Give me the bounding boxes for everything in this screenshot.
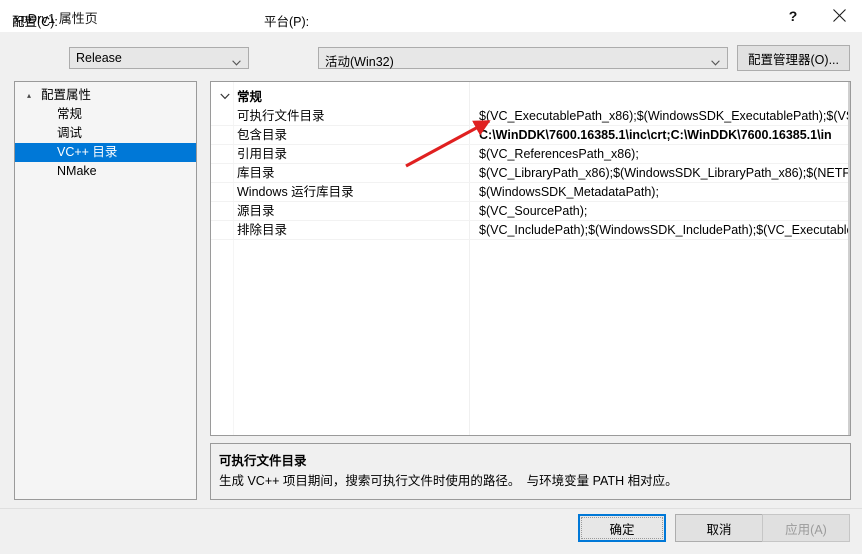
configuration-tree-panel[interactable]: ▴ 配置属性常规调试 VC++ 目录 NMake bbox=[14, 81, 197, 500]
help-button[interactable]: ? bbox=[770, 0, 816, 31]
tree-item-label: VC++ 目录 bbox=[57, 145, 118, 159]
configuration-dropdown-value: Release bbox=[76, 51, 122, 65]
property-name: Windows 运行库目录 bbox=[237, 185, 354, 199]
property-row[interactable]: 引用目录 $(VC_ReferencesPath_x86); bbox=[211, 145, 850, 164]
property-name: 源目录 bbox=[237, 204, 275, 218]
close-button[interactable] bbox=[816, 0, 862, 31]
cancel-button[interactable]: 取消 bbox=[675, 514, 763, 542]
property-value[interactable]: $(VC_IncludePath);$(WindowsSDK_IncludePa… bbox=[479, 221, 848, 240]
property-value[interactable]: $(WindowsSDK_MetadataPath); bbox=[479, 183, 848, 202]
property-value[interactable]: $(VC_ExecutablePath_x86);$(WindowsSDK_Ex… bbox=[479, 107, 848, 126]
property-grid-panel[interactable]: 常规 可执行文件目录 $(VC_ExecutablePath_x86);$(Win… bbox=[210, 81, 851, 436]
tree-item-1[interactable]: 常规 bbox=[15, 105, 196, 124]
tree-item-3[interactable]: VC++ 目录 bbox=[15, 143, 196, 162]
tree-item-label: 常规 bbox=[57, 107, 83, 121]
tree-item-label: NMake bbox=[57, 164, 97, 178]
property-name: 引用目录 bbox=[237, 147, 288, 161]
configuration-dropdown[interactable]: Release bbox=[69, 47, 249, 69]
property-value[interactable]: C:\WinDDK\7600.16385.1\inc\crt;C:\WinDDK… bbox=[479, 126, 848, 145]
property-name: 包含目录 bbox=[237, 128, 288, 142]
tree-item-4[interactable]: NMake bbox=[15, 162, 196, 181]
property-grid-scroll-area[interactable]: 常规 可执行文件目录 $(VC_ExecutablePath_x86);$(Win… bbox=[211, 82, 850, 435]
property-grid-scrollbar[interactable] bbox=[848, 82, 850, 435]
description-panel: 可执行文件目录 生成 VC++ 项目期间，搜索可执行文件时使用的路径。 与环境变… bbox=[210, 443, 851, 500]
property-value[interactable]: $(VC_ReferencesPath_x86); bbox=[479, 145, 848, 164]
platform-label: 平台(P): bbox=[264, 15, 310, 29]
ok-button[interactable]: 确定 bbox=[578, 514, 666, 542]
property-row[interactable]: 可执行文件目录 $(VC_ExecutablePath_x86);$(Window… bbox=[211, 107, 850, 126]
apply-button: 应用(A) bbox=[762, 514, 850, 542]
tree-item-label: 配置属性 bbox=[41, 88, 92, 102]
property-row[interactable]: 包含目录 C:\WinDDK\7600.16385.1\inc\crt;C:\Wi… bbox=[211, 126, 850, 145]
tree-item-2[interactable]: 调试 bbox=[15, 124, 196, 143]
platform-dropdown[interactable]: 活动(Win32) bbox=[318, 47, 728, 69]
property-value[interactable]: $(VC_SourcePath); bbox=[479, 202, 848, 221]
property-name: 排除目录 bbox=[237, 223, 288, 237]
question-mark-icon: ? bbox=[788, 7, 798, 24]
property-row[interactable]: 源目录 $(VC_SourcePath); bbox=[211, 202, 850, 221]
property-name: 库目录 bbox=[237, 166, 275, 180]
footer-separator bbox=[0, 508, 862, 509]
property-row[interactable]: Windows 运行库目录 $(WindowsSDK_MetadataPath); bbox=[211, 183, 850, 202]
configuration-label: 配置(C): bbox=[12, 15, 58, 29]
property-group-label: 常规 bbox=[237, 90, 263, 104]
property-row[interactable]: 排除目录 $(VC_IncludePath);$(WindowsSDK_Inclu… bbox=[211, 221, 850, 240]
triangle-expanded-icon[interactable]: ▴ bbox=[23, 86, 35, 105]
title-bar: xpDrv1 属性页 ? bbox=[0, 0, 862, 33]
close-icon bbox=[832, 9, 846, 22]
chevron-down-icon bbox=[232, 55, 241, 66]
tree-item-label: 调试 bbox=[57, 126, 83, 140]
property-value[interactable]: $(VC_LibraryPath_x86);$(WindowsSDK_Libra… bbox=[479, 164, 848, 183]
description-body: 生成 VC++ 项目期间，搜索可执行文件时使用的路径。 与环境变量 PATH 相… bbox=[219, 474, 678, 488]
platform-dropdown-value: 活动(Win32) bbox=[325, 55, 394, 69]
tree-item-0[interactable]: ▴ 配置属性 bbox=[15, 86, 196, 105]
property-name: 可执行文件目录 bbox=[237, 109, 325, 123]
property-group-header-general[interactable]: 常规 bbox=[211, 88, 850, 107]
chevron-down-icon bbox=[218, 88, 232, 107]
description-title: 可执行文件目录 bbox=[219, 454, 307, 468]
chevron-down-icon bbox=[711, 55, 720, 66]
property-row[interactable]: 库目录 $(VC_LibraryPath_x86);$(WindowsSDK_Li… bbox=[211, 164, 850, 183]
configuration-manager-button[interactable]: 配置管理器(O)... bbox=[737, 45, 850, 71]
